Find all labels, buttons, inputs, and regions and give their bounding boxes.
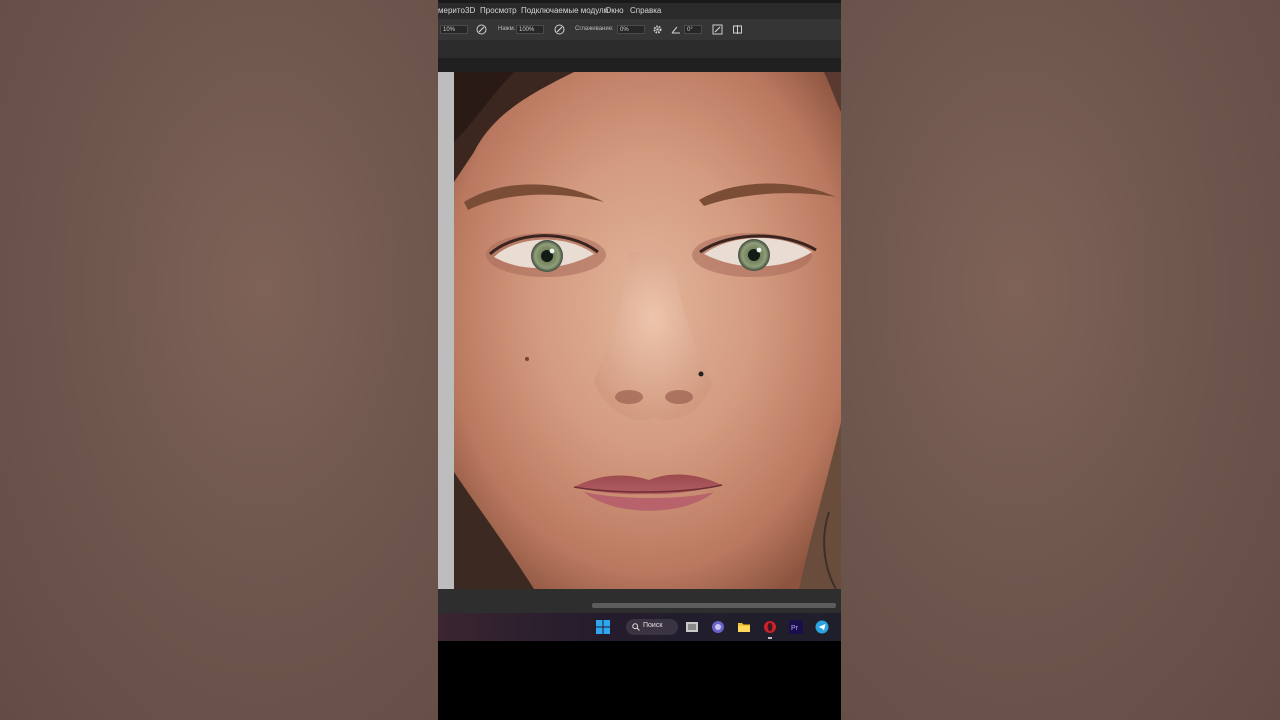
angle-icon [671,26,680,34]
menu-item-view[interactable]: Просмотр [480,6,517,15]
chat-icon[interactable] [711,620,725,634]
windows-start-icon[interactable] [596,620,610,634]
angle-field[interactable]: 0° [684,25,702,34]
menu-item-3d[interactable]: 3D [465,6,475,15]
opera-icon[interactable] [763,620,777,634]
menu-bar: мерито 3D Просмотр Подключаемые модули О… [438,0,841,19]
brush-size-value: 10% [443,27,456,33]
smoothing-label: Сглаживание: [575,26,614,32]
portrait-image [454,72,841,589]
menu-item-plugins[interactable]: Подключаемые модули [521,6,608,15]
tab-divider [438,58,841,72]
menu-item-help[interactable]: Справка [630,6,661,15]
document-tab-bar [438,40,841,58]
windows-taskbar: Поиск Pr [438,613,841,641]
menu-item-filter[interactable]: мерито [438,6,465,15]
canvas-area[interactable] [438,72,841,589]
brush-size-dropdown[interactable]: 10% [440,25,468,34]
gear-icon[interactable] [652,24,663,35]
tool-options-bar: 10% Нажм.: 100% Сглаживание: 0% 0° [438,19,841,41]
pressure-value: 100% [519,27,535,33]
smoothing-value: 0% [620,27,629,33]
background-blur-left [0,0,438,720]
angle-value: 0° [687,27,693,33]
screen-recording: мерито 3D Просмотр Подключаемые модули О… [438,0,841,720]
premiere-icon[interactable]: Pr [789,620,803,634]
telegram-icon[interactable] [815,620,829,634]
pressure-pen-icon[interactable] [554,24,565,35]
search-icon [632,623,640,631]
svg-text:Pr: Pr [791,625,799,632]
background-blur-right [841,0,1280,720]
menu-item-window[interactable]: Окно [605,6,624,15]
status-bar [438,589,841,613]
letterbox-bottom [438,641,841,720]
pen-pressure-size-icon[interactable] [712,24,723,35]
symmetry-icon[interactable] [732,24,743,35]
taskbar-search[interactable]: Поиск [626,619,678,635]
brush-settings-icon[interactable] [476,24,487,35]
smoothing-dropdown[interactable]: 0% [617,25,645,34]
active-app-indicator [768,637,772,639]
vertical-ruler [438,72,454,589]
folder-icon[interactable] [737,620,751,634]
file-explorer-icon[interactable] [685,620,699,634]
portrait-photo[interactable] [454,72,841,589]
search-label: Поиск [643,622,663,629]
pressure-dropdown[interactable]: 100% [516,25,544,34]
mode-label: Нажм.: [498,26,518,32]
horizontal-scrollbar[interactable] [592,603,836,608]
